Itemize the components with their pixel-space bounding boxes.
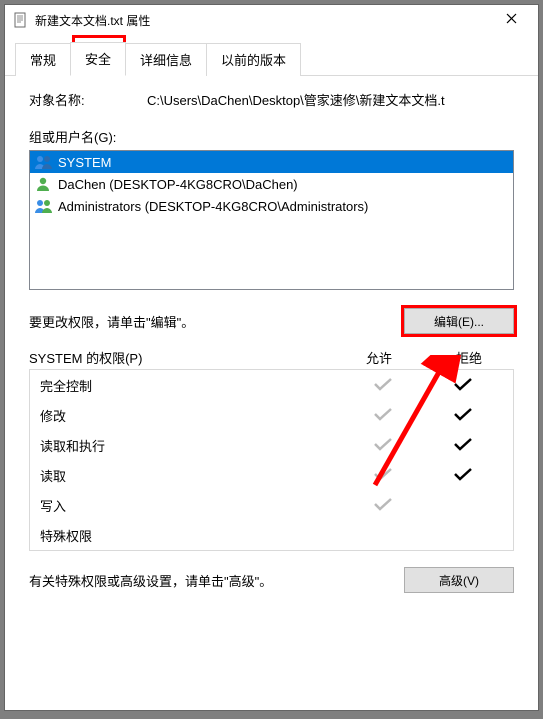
perm-allow bbox=[343, 407, 423, 424]
edit-row: 要更改权限，请单击"编辑"。 编辑(E)... bbox=[29, 308, 514, 334]
tab-previous[interactable]: 以前的版本 bbox=[206, 43, 301, 76]
edit-hint: 要更改权限，请单击"编辑"。 bbox=[29, 312, 404, 331]
table-row: 读取和执行 bbox=[30, 430, 513, 460]
tab-security[interactable]: 安全 bbox=[70, 42, 126, 76]
permissions-list: 完全控制 修改 读取和执行 读取 写入 bbox=[29, 369, 514, 551]
table-row: 修改 bbox=[30, 400, 513, 430]
perm-name: 完全控制 bbox=[40, 376, 343, 395]
group-icon bbox=[34, 198, 54, 214]
list-item[interactable]: Administrators (DESKTOP-4KG8CRO\Administ… bbox=[30, 195, 513, 217]
advanced-hint: 有关特殊权限或高级设置，请单击"高级"。 bbox=[29, 571, 404, 590]
object-label: 对象名称: bbox=[29, 90, 147, 109]
close-button[interactable] bbox=[488, 6, 534, 34]
titlebar: 新建文本文档.txt 属性 bbox=[5, 5, 538, 35]
perm-deny bbox=[423, 407, 503, 424]
list-item-label: DaChen (DESKTOP-4KG8CRO\DaChen) bbox=[58, 177, 298, 192]
perm-name: 修改 bbox=[40, 406, 343, 425]
advanced-button[interactable]: 高级(V) bbox=[404, 567, 514, 593]
perm-deny bbox=[423, 377, 503, 394]
properties-dialog: 新建文本文档.txt 属性 常规 安全 详细信息 以前的版本 对象名称: C:\… bbox=[4, 4, 539, 711]
edit-button[interactable]: 编辑(E)... bbox=[404, 308, 514, 334]
perm-allow bbox=[343, 467, 423, 484]
perm-deny bbox=[423, 437, 503, 454]
tab-content: 对象名称: C:\Users\DaChen\Desktop\管家速修\新建文本文… bbox=[5, 76, 538, 603]
tab-bar: 常规 安全 详细信息 以前的版本 bbox=[5, 41, 538, 76]
table-row: 写入 bbox=[30, 490, 513, 520]
user-icon bbox=[34, 176, 54, 192]
groups-label: 组或用户名(G): bbox=[29, 127, 514, 146]
tab-general[interactable]: 常规 bbox=[15, 43, 71, 76]
list-item-label: SYSTEM bbox=[58, 155, 111, 170]
perm-name: 写入 bbox=[40, 496, 343, 515]
perm-header-name: SYSTEM 的权限(P) bbox=[29, 348, 334, 367]
groups-listbox[interactable]: SYSTEM DaChen (DESKTOP-4KG8CRO\DaChen) A… bbox=[29, 150, 514, 290]
object-row: 对象名称: C:\Users\DaChen\Desktop\管家速修\新建文本文… bbox=[29, 90, 514, 109]
perm-allow bbox=[343, 497, 423, 514]
file-icon bbox=[13, 12, 29, 28]
table-row: 读取 bbox=[30, 460, 513, 490]
table-row: 特殊权限 bbox=[30, 520, 513, 550]
list-item[interactable]: SYSTEM bbox=[30, 151, 513, 173]
table-row: 完全控制 bbox=[30, 370, 513, 400]
perm-allow bbox=[343, 437, 423, 454]
perm-header-allow: 允许 bbox=[334, 348, 424, 367]
perm-deny bbox=[423, 467, 503, 484]
perm-header-deny: 拒绝 bbox=[424, 348, 514, 367]
list-item[interactable]: DaChen (DESKTOP-4KG8CRO\DaChen) bbox=[30, 173, 513, 195]
perm-name: 特殊权限 bbox=[40, 526, 343, 545]
perm-name: 读取和执行 bbox=[40, 436, 343, 455]
advanced-row: 有关特殊权限或高级设置，请单击"高级"。 高级(V) bbox=[29, 567, 514, 593]
tab-details[interactable]: 详细信息 bbox=[125, 43, 207, 76]
list-item-label: Administrators (DESKTOP-4KG8CRO\Administ… bbox=[58, 199, 368, 214]
perm-header: SYSTEM 的权限(P) 允许 拒绝 bbox=[29, 348, 514, 367]
perm-allow bbox=[343, 377, 423, 394]
perm-name: 读取 bbox=[40, 466, 343, 485]
window-title: 新建文本文档.txt 属性 bbox=[35, 12, 488, 29]
object-value: C:\Users\DaChen\Desktop\管家速修\新建文本文档.t bbox=[147, 90, 514, 109]
group-icon bbox=[34, 154, 54, 170]
